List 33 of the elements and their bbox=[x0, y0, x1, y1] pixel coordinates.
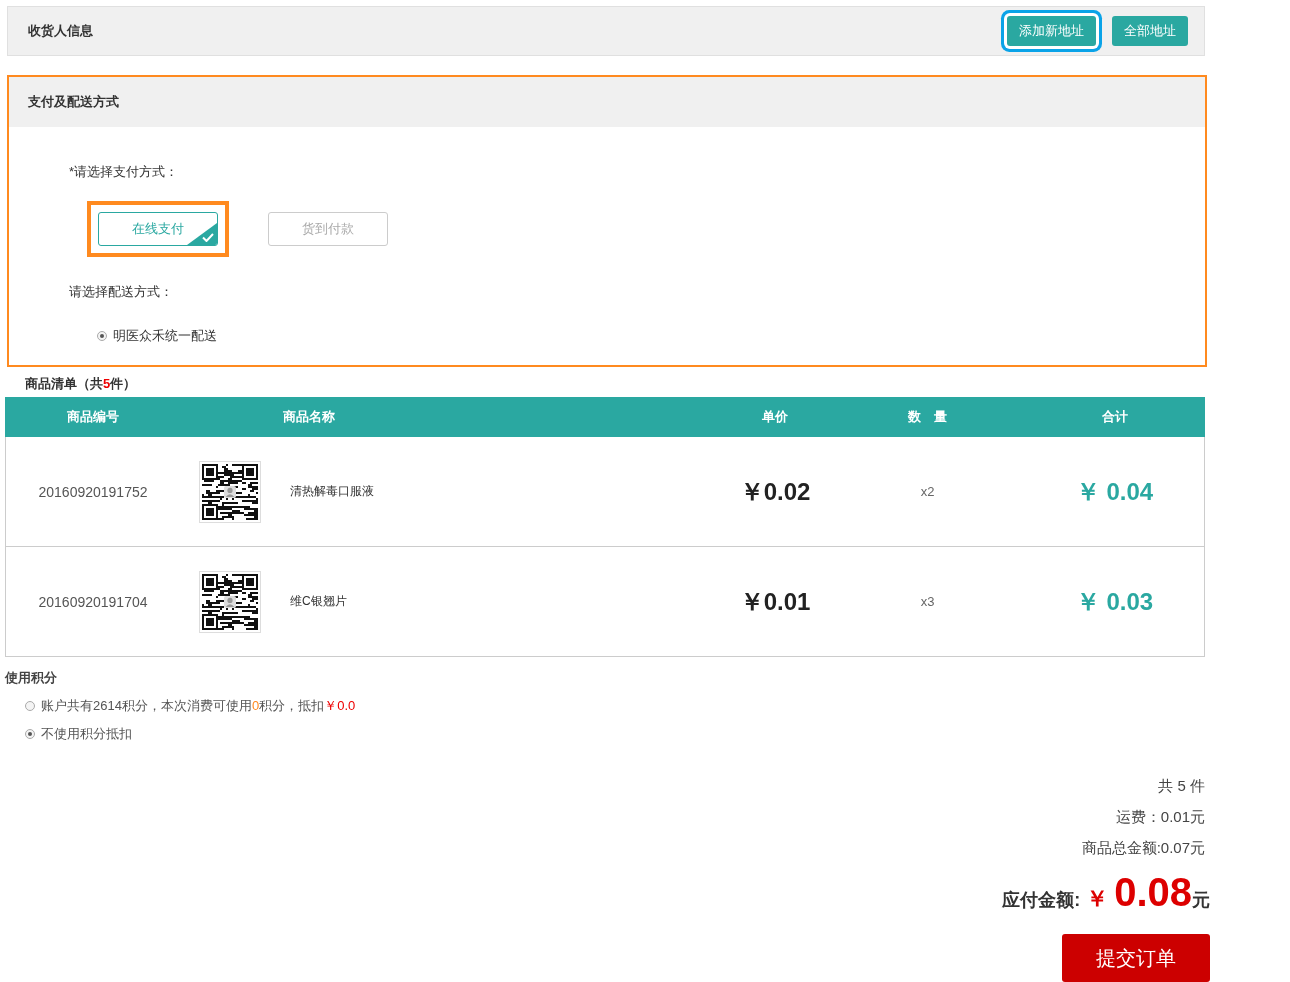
column-header: 数 量 bbox=[830, 397, 1025, 437]
check-icon bbox=[202, 233, 214, 242]
radio-label: 不使用积分抵扣 bbox=[41, 725, 132, 743]
radio-button[interactable] bbox=[25, 729, 35, 739]
field-label: 请选择配送方式： bbox=[69, 283, 174, 301]
payment-option[interactable]: 在线支付 bbox=[98, 212, 218, 246]
column-header: 商品编号 bbox=[5, 397, 180, 437]
section-title: 支付及配送方式 bbox=[28, 93, 119, 111]
goods-total: 商品总金额:0.07元 bbox=[1081, 839, 1205, 858]
currency-sign: ￥ bbox=[1086, 885, 1109, 913]
radio-button[interactable] bbox=[25, 701, 35, 711]
payable-amount: 0.08 bbox=[1114, 872, 1192, 912]
payment-option[interactable]: 货到付款 bbox=[268, 212, 388, 246]
section-title: 使用积分 bbox=[5, 669, 58, 687]
section-title: 商品清单（共5件） bbox=[24, 375, 138, 393]
shipping-fee: 运费：0.01元 bbox=[1115, 808, 1205, 827]
table-cell: ￥ 0.04 bbox=[1025, 437, 1205, 547]
payable-label: 应付金额: bbox=[1002, 889, 1081, 912]
currency-unit: 元 bbox=[1192, 890, 1210, 912]
submit-order-button[interactable]: 提交订单 bbox=[1062, 934, 1210, 982]
table-cell: 20160920191752 bbox=[5, 437, 180, 547]
radio-label: 明医众禾统一配送 bbox=[113, 327, 217, 345]
table-cell: 20160920191704 bbox=[5, 547, 180, 657]
field-label: *请选择支付方式： bbox=[69, 163, 180, 181]
table-cell: ￥ 0.03 bbox=[1025, 547, 1205, 657]
section-title: 收货人信息 bbox=[28, 22, 93, 40]
column-header: 单价 bbox=[720, 397, 830, 437]
item-count: 共 5 件 bbox=[1158, 777, 1205, 796]
column-header: 商品名称 bbox=[180, 397, 720, 437]
radio-button[interactable] bbox=[97, 331, 107, 341]
radio-label: 账户共有2614积分，本次消费可使用0积分，抵扣￥0.0 bbox=[41, 697, 356, 715]
column-header: 合计 bbox=[1025, 397, 1205, 437]
address-button[interactable]: 全部地址 bbox=[1112, 16, 1188, 46]
